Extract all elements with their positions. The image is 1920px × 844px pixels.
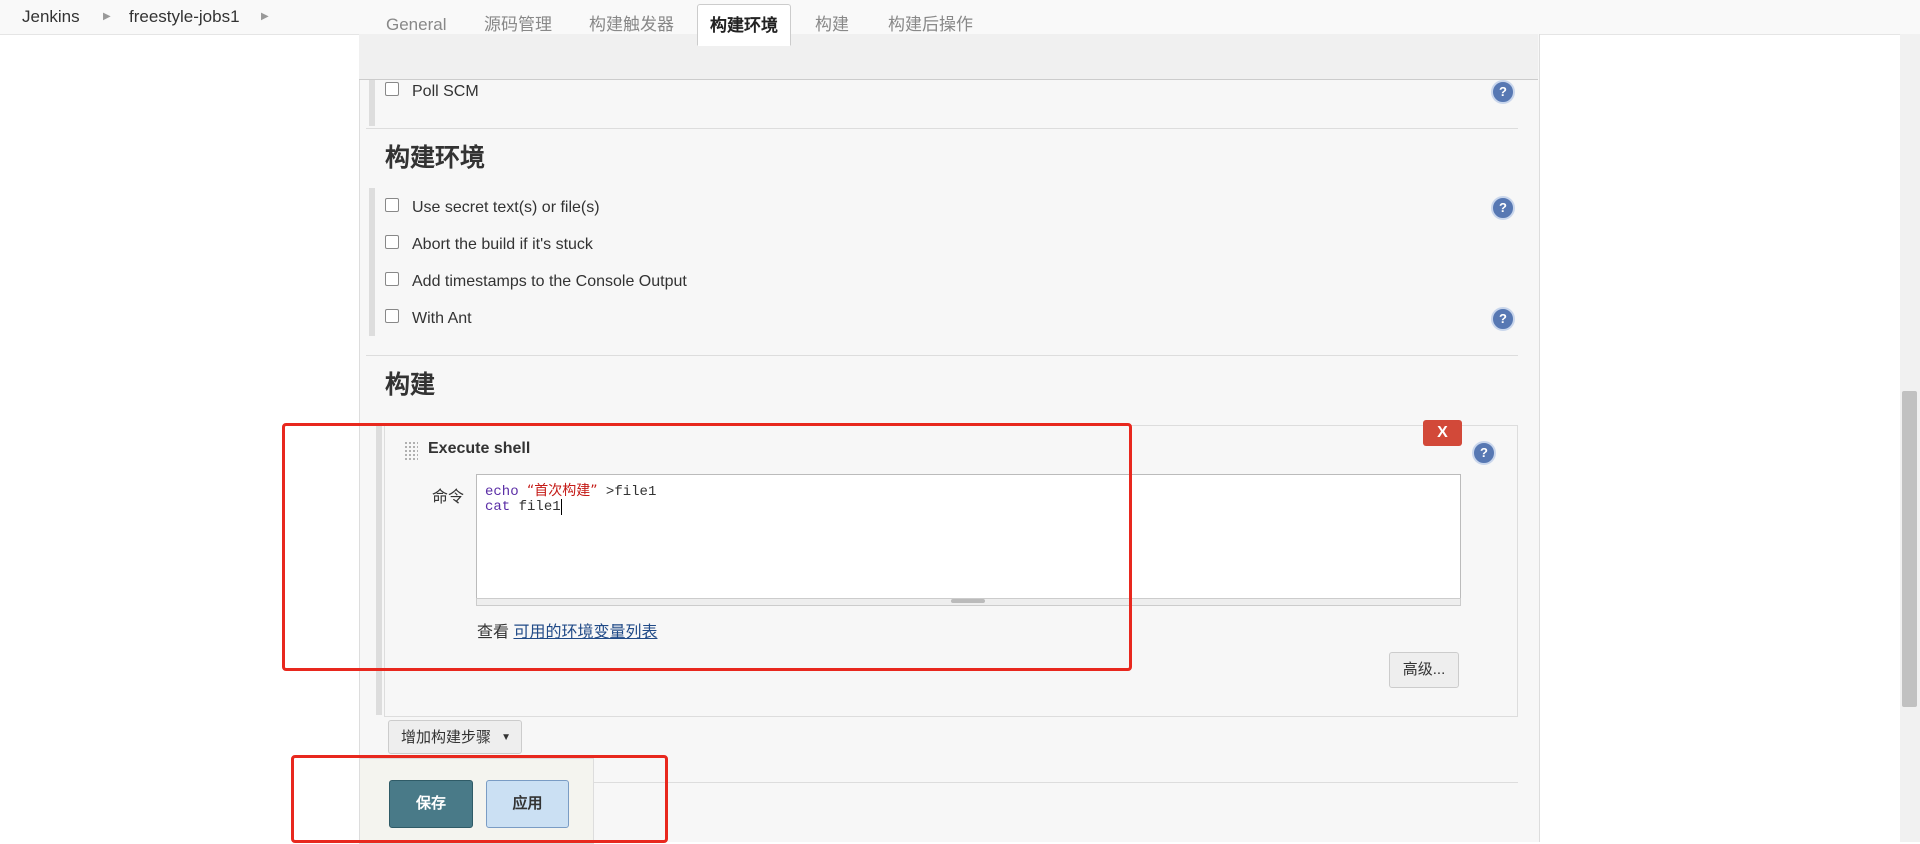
ant-label: With Ant <box>412 310 472 327</box>
code-text: >file1 <box>597 484 657 500</box>
help-icon[interactable]: ? <box>1491 196 1515 220</box>
delete-step-button[interactable]: X <box>1423 420 1462 446</box>
text-cursor: ​ <box>560 499 562 515</box>
poll-scm-checkbox[interactable] <box>385 81 399 96</box>
tab-general[interactable]: General <box>386 4 446 44</box>
resize-handle-icon[interactable] <box>951 599 985 603</box>
timestamps-option[interactable]: Add timestamps to the Console Output <box>385 270 687 294</box>
help-icon[interactable]: ? <box>1472 441 1496 465</box>
tab-triggers[interactable]: 构建触发器 <box>589 4 674 44</box>
caret-down-icon: ▼ <box>501 732 511 743</box>
section-indicator <box>369 80 375 126</box>
poll-scm-label: Poll SCM <box>412 83 479 100</box>
divider <box>366 355 1518 356</box>
ant-option[interactable]: With Ant <box>385 307 472 331</box>
breadcrumb-job[interactable]: freestyle-jobs1 <box>129 0 240 34</box>
code-line-2: cat file1​ <box>485 499 562 515</box>
tab-scm[interactable]: 源码管理 <box>484 4 552 44</box>
help-icon[interactable]: ? <box>1491 307 1515 331</box>
add-build-step-label: 增加构建步骤 <box>401 729 492 746</box>
section-indicator <box>376 425 382 715</box>
tab-build-env[interactable]: 构建环境 <box>697 4 791 46</box>
env-vars-hint: 查看 可用的环境变量列表 <box>477 618 657 642</box>
tab-build[interactable]: 构建 <box>815 4 849 44</box>
advanced-button[interactable]: 高级... <box>1389 652 1459 688</box>
secret-label: Use secret text(s) or file(s) <box>412 199 600 216</box>
code-line-1: echo “首次构建” >file1 <box>485 483 656 500</box>
poll-scm-option[interactable]: Poll SCM <box>385 80 479 104</box>
build-title: 构建 <box>385 371 436 399</box>
chevron-right-icon[interactable]: ▶ <box>103 0 111 34</box>
secret-option[interactable]: Use secret text(s) or file(s) <box>385 196 600 220</box>
build-env-title: 构建环境 <box>385 144 486 172</box>
drag-handle-icon[interactable] <box>404 441 418 461</box>
tab-post-build[interactable]: 构建后操作 <box>888 4 973 44</box>
step-title: Execute shell <box>428 440 531 457</box>
scrollbar-thumb[interactable] <box>1902 391 1917 707</box>
section-indicator <box>369 188 375 336</box>
code-keyword: echo <box>485 484 519 500</box>
divider <box>366 128 1518 129</box>
secret-checkbox[interactable] <box>385 197 399 212</box>
env-vars-link[interactable]: 可用的环境变量列表 <box>513 624 657 641</box>
env-vars-prefix: 查看 <box>477 624 510 641</box>
command-label: 命令 <box>432 489 465 506</box>
abort-label: Abort the build if it's stuck <box>412 236 593 253</box>
code-string: “首次构建” <box>527 483 598 499</box>
ant-checkbox[interactable] <box>385 308 399 323</box>
code-text: file1 <box>510 499 561 515</box>
add-build-step-button[interactable]: 增加构建步骤 ▼ <box>388 720 522 754</box>
save-button[interactable]: 保存 <box>389 780 473 828</box>
abort-checkbox[interactable] <box>385 234 399 249</box>
breadcrumb-jenkins[interactable]: Jenkins <box>22 0 80 34</box>
abort-option[interactable]: Abort the build if it's stuck <box>385 233 593 257</box>
help-icon[interactable]: ? <box>1491 80 1515 104</box>
chevron-right-icon[interactable]: ▶ <box>261 0 269 34</box>
timestamps-label: Add timestamps to the Console Output <box>412 273 687 290</box>
apply-button[interactable]: 应用 <box>486 780 569 828</box>
timestamps-checkbox[interactable] <box>385 271 399 286</box>
code-keyword: cat <box>485 499 511 515</box>
